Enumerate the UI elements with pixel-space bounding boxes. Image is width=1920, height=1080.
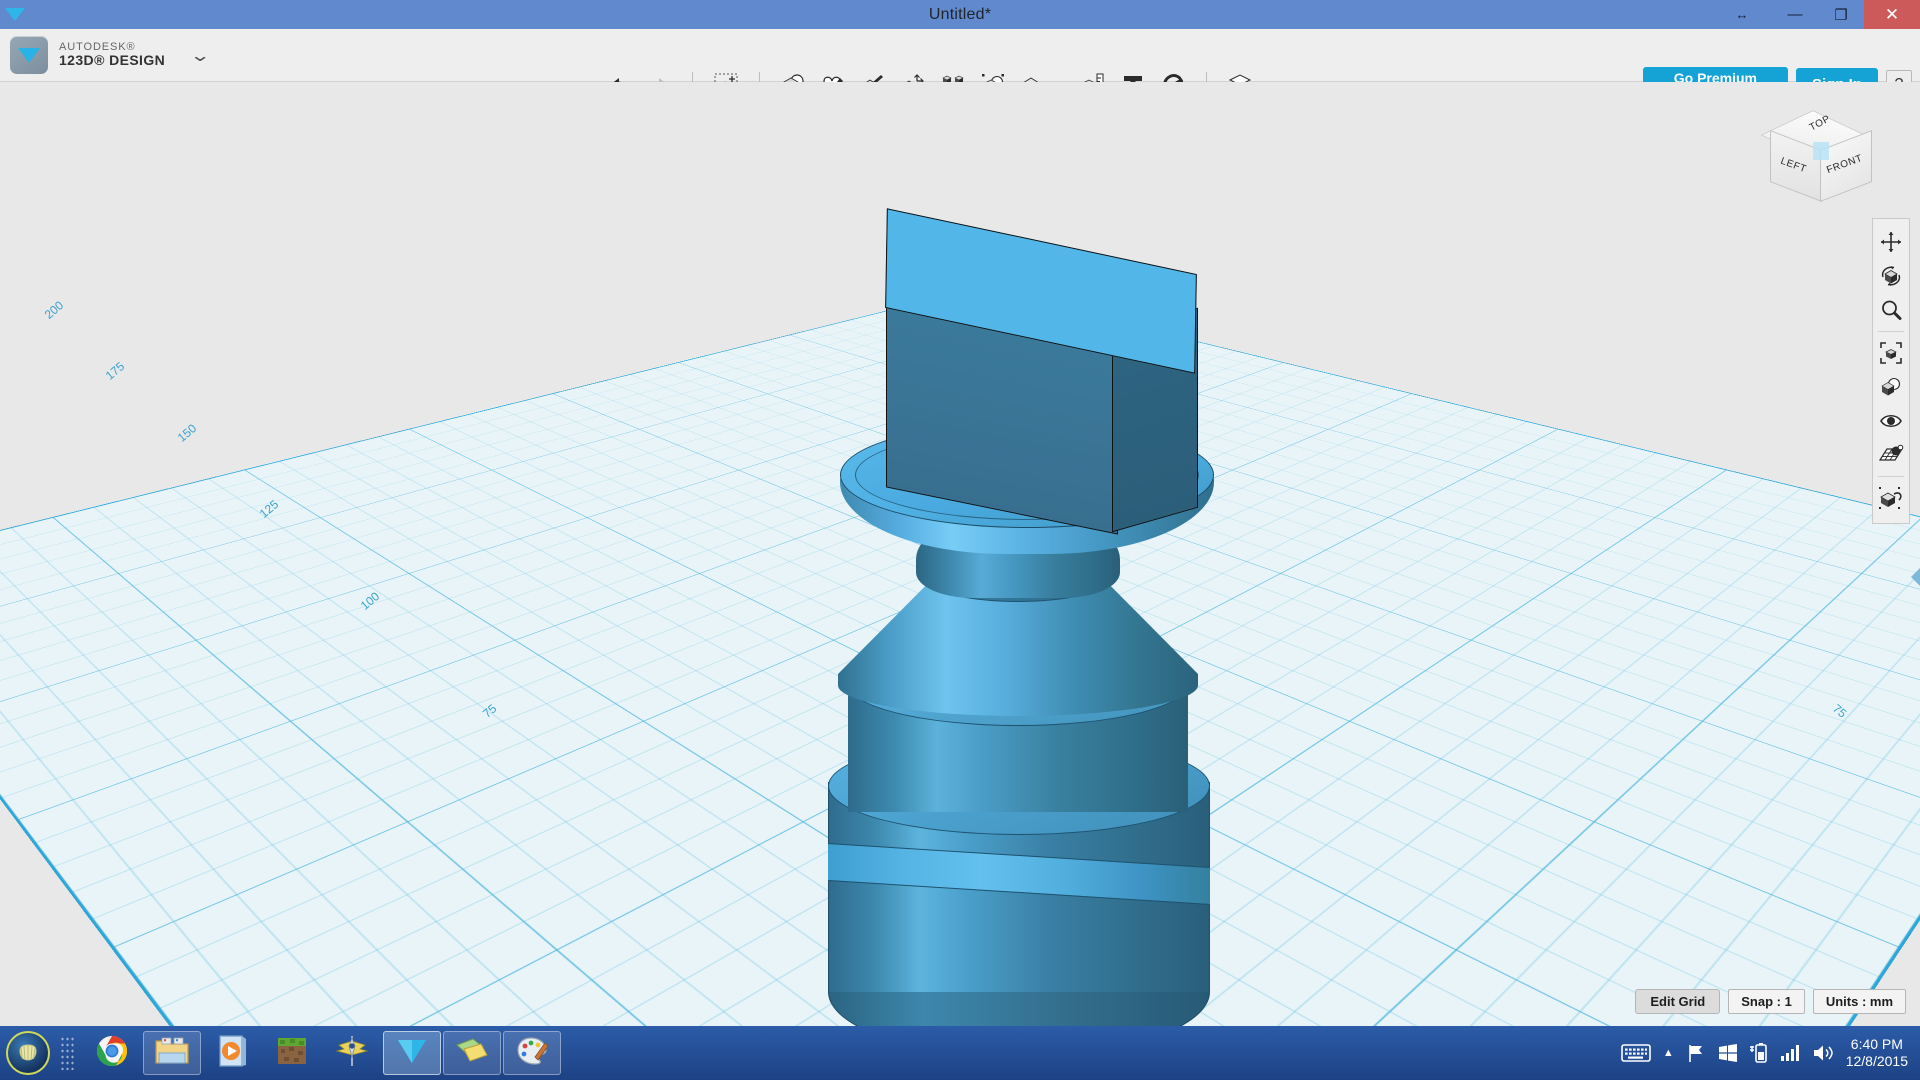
taskbar-paint[interactable] (503, 1031, 561, 1075)
clock-time: 6:40 PM (1850, 1035, 1903, 1052)
taskbar-media-player[interactable] (203, 1031, 261, 1075)
minecraft-grass-block-icon (276, 1035, 308, 1072)
volume-speaker-icon[interactable] (1812, 1043, 1834, 1063)
viewcube-home-marker[interactable] (1813, 142, 1829, 160)
start-orb-icon[interactable] (2, 1027, 54, 1079)
visibility-tool[interactable] (1874, 404, 1908, 438)
winged-emblem-icon (335, 1035, 369, 1072)
viewport-canvas[interactable]: 2001751501251007575 TOP LEFT FRONT (0, 82, 1920, 1026)
edit-grid-button[interactable]: Edit Grid (1635, 989, 1721, 1014)
keyboard-icon[interactable] (1621, 1043, 1651, 1063)
autodesk-logo-icon (395, 1036, 429, 1071)
grid-view-tool[interactable] (1874, 438, 1908, 472)
display-mode-tool[interactable] (1874, 370, 1908, 404)
clock[interactable]: 6:40 PM 12/8/2015 (1846, 1036, 1908, 1071)
taskbar-grip[interactable] (60, 1036, 76, 1070)
brand-product: 123D® DESIGN (59, 52, 166, 69)
units-field[interactable]: Units : mm (1812, 989, 1906, 1014)
snap-field[interactable]: Snap : 1 (1728, 989, 1805, 1014)
media-player-icon (216, 1034, 248, 1073)
autodesk-logo-icon (10, 36, 48, 74)
action-center-flag-icon[interactable] (1686, 1043, 1706, 1063)
panel-collapse-arrow-icon[interactable] (1911, 568, 1920, 586)
navigation-toolbar (1872, 218, 1910, 524)
orbit-tool[interactable] (1874, 259, 1908, 293)
app-header: AUTODESK® 123D® DESIGN ⌄ Go Premium (0, 29, 1920, 103)
taskbar-game[interactable] (323, 1031, 381, 1075)
window-title: Untitled* (928, 6, 992, 23)
system-tray: ▲ 6:40 PM 12/8/2015 (1621, 1036, 1920, 1071)
navbar-divider (1878, 476, 1904, 477)
show-hidden-icons-chevron[interactable]: ▲ (1663, 1047, 1674, 1059)
fit-tool[interactable] (1874, 336, 1908, 370)
signal-bars-icon[interactable] (1780, 1044, 1800, 1062)
chrome-icon (95, 1034, 129, 1073)
pan-tool[interactable] (1874, 225, 1908, 259)
battery-charging-icon[interactable] (1749, 1042, 1768, 1064)
taskbar-chrome[interactable] (83, 1031, 141, 1075)
navbar-divider (1878, 331, 1904, 332)
viewcube[interactable]: TOP LEFT FRONT (1758, 96, 1878, 202)
window-titlebar[interactable]: Untitled* ↔ — ❐ ✕ (0, 0, 1920, 29)
snap-view-tool[interactable] (1874, 481, 1908, 515)
windows-logo-icon[interactable] (1718, 1043, 1738, 1063)
brand-text: AUTODESK® 123D® DESIGN (59, 41, 165, 69)
sticky-notes-icon (455, 1035, 489, 1072)
taskbar-123d-design[interactable] (383, 1031, 441, 1075)
folder-icon (154, 1036, 190, 1071)
clock-date: 12/8/2015 (1845, 1053, 1908, 1069)
windows-taskbar: ▲ 6:40 PM 12/8/2015 (0, 1026, 1920, 1080)
zoom-tool[interactable] (1874, 293, 1908, 327)
taskbar-sticky-notes[interactable] (443, 1031, 501, 1075)
paint-palette-icon (515, 1035, 549, 1072)
chess-pawn-model[interactable] (0, 82, 1920, 1026)
taskbar-buttons (82, 1031, 562, 1075)
chevron-down-icon[interactable]: ⌄ (190, 47, 211, 64)
taskbar-minecraft[interactable] (263, 1031, 321, 1075)
taskbar-file-explorer[interactable] (143, 1031, 201, 1075)
brand-menu[interactable]: AUTODESK® 123D® DESIGN ⌄ (0, 36, 211, 74)
viewport-status-bar: Edit Grid Snap : 1 Units : mm (1635, 989, 1906, 1014)
